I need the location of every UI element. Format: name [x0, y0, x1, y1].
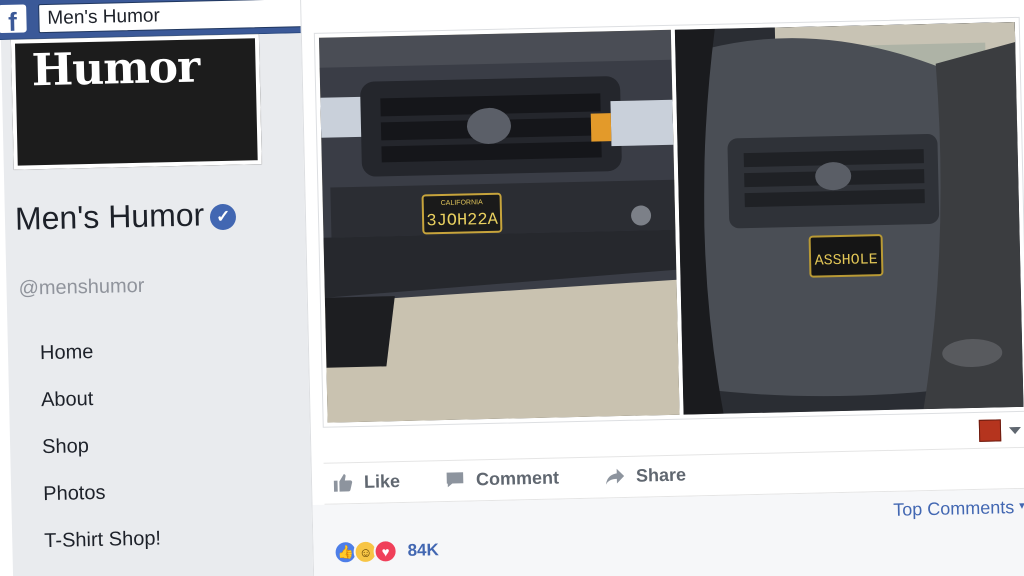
thumbs-up-icon	[333, 474, 353, 492]
post-photos: CALIFORNIA 3JOH22A ASSHOLE	[313, 16, 1024, 428]
page-profile-picture[interactable]: Humor	[10, 34, 262, 170]
sidebar-item-shop[interactable]: Shop	[42, 433, 160, 483]
post-card: CALIFORNIA 3JOH22A ASSHOLE Like Comment …	[299, 0, 1024, 576]
top-comments-dropdown[interactable]: Top Comments ▾	[893, 497, 1024, 521]
like-button[interactable]: Like	[332, 470, 401, 494]
page-handle: @menshumor	[18, 274, 145, 300]
reaction-summary[interactable]: 👍 ☺ ♥ 84K	[333, 538, 439, 565]
post-photo-truck[interactable]: CALIFORNIA 3JOH22A	[318, 29, 680, 423]
page-title-text: Men's Humor	[14, 196, 205, 237]
like-label: Like	[363, 470, 401, 492]
caret-down-icon[interactable]	[1008, 426, 1022, 435]
plate-left-state: CALIFORNIA	[441, 199, 483, 207]
top-comments-label: Top Comments	[892, 497, 1015, 520]
sidebar-item-photos[interactable]: Photos	[43, 480, 161, 530]
comment-icon	[446, 472, 464, 488]
left-sidebar: Humor Men's Humor ✓ @menshumor Home About…	[0, 33, 314, 576]
page-nav: Home About Shop Photos T-Shirt Shop!	[40, 339, 162, 576]
plate-right-number: ASSHOLE	[814, 251, 877, 269]
verified-badge-icon: ✓	[209, 203, 237, 231]
plate-left-number: 3JOH22A	[426, 211, 499, 232]
comment-button[interactable]: Comment	[444, 466, 559, 491]
chevron-down-icon: ▾	[1019, 499, 1024, 513]
page-title: Men's Humor ✓	[15, 194, 256, 237]
sidebar-item-home[interactable]: Home	[40, 339, 158, 389]
reactor-avatar[interactable]	[978, 419, 1002, 442]
profile-picture-text: Humor	[31, 41, 200, 97]
post-photo-mirror[interactable]: ASSHOLE	[674, 21, 1024, 415]
share-label: Share	[635, 464, 687, 486]
mirror-photo-image: ASSHOLE	[674, 21, 1024, 415]
sidebar-item-about[interactable]: About	[41, 386, 159, 436]
reaction-count[interactable]: 84K	[407, 540, 439, 561]
sidebar-item-tshirt-shop[interactable]: T-Shirt Shop!	[44, 526, 162, 576]
share-arrow-icon	[605, 468, 625, 485]
facebook-logo-icon[interactable]: f	[0, 4, 27, 34]
comment-label: Comment	[475, 466, 560, 489]
truck-photo-image: CALIFORNIA 3JOH22A	[318, 29, 680, 423]
share-button[interactable]: Share	[604, 464, 687, 488]
love-reaction-icon: ♥	[373, 539, 398, 564]
